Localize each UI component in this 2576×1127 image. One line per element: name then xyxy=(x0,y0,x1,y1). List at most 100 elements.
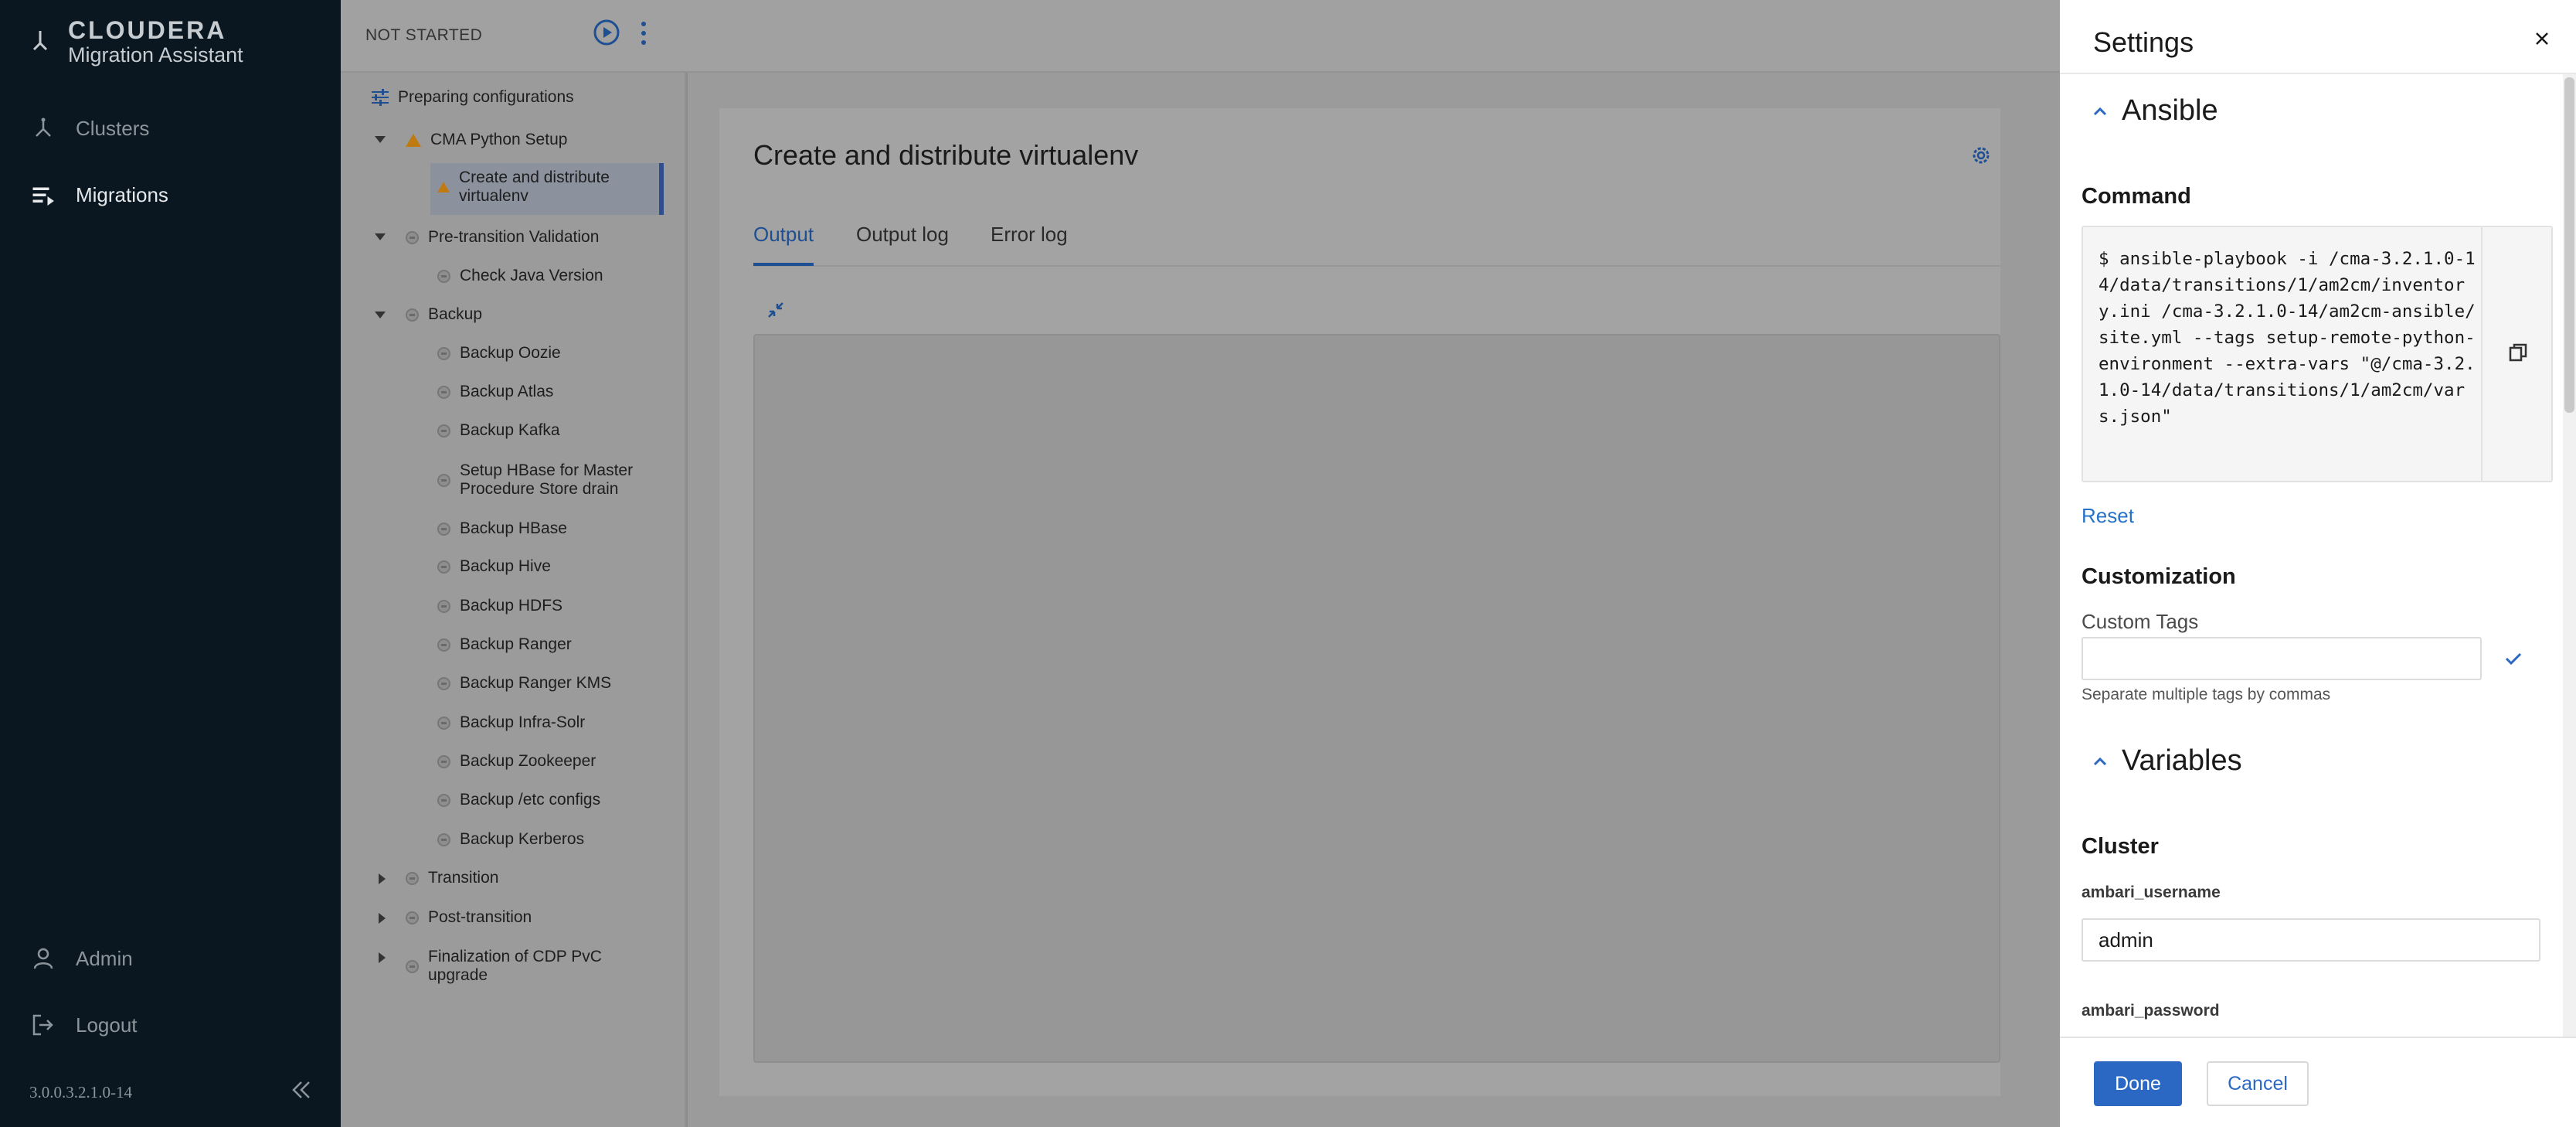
tree-item-cma-python-setup[interactable]: CMA Python Setup xyxy=(406,131,567,149)
tree-item-backup-hdfs[interactable]: Backup HDFS xyxy=(437,597,562,615)
nav-label-migrations: Migrations xyxy=(76,182,168,206)
migrations-icon xyxy=(32,187,54,206)
nav-item-admin[interactable]: Admin xyxy=(31,946,133,971)
tab-output[interactable]: Output xyxy=(753,223,814,247)
product-name: Migration Assistant xyxy=(68,43,243,66)
pending-icon xyxy=(437,473,450,487)
tune-icon xyxy=(372,89,389,106)
warning-icon xyxy=(406,133,421,147)
expand-caret-icon[interactable] xyxy=(379,913,386,924)
custom-tags-input[interactable] xyxy=(2082,637,2482,680)
nav-label-admin: Admin xyxy=(76,946,133,970)
tree-item-backup-zookeeper[interactable]: Backup Zookeeper xyxy=(437,752,596,771)
brand-name: CLOUDERA xyxy=(68,16,227,44)
pending-icon xyxy=(437,522,450,536)
pending-icon xyxy=(406,959,419,973)
expand-caret-icon[interactable] xyxy=(379,873,386,884)
pending-icon xyxy=(437,832,450,846)
tree-item-label: Post-transition xyxy=(428,908,532,926)
tree-item-label: Backup Hive xyxy=(460,557,551,575)
tree-item-backup[interactable]: Backup xyxy=(406,305,482,324)
tree-item-label: Transition xyxy=(428,869,499,887)
person-icon xyxy=(33,948,53,969)
tree-item-backup-kafka[interactable]: Backup Kafka xyxy=(437,421,560,440)
nav-label-clusters: Clusters xyxy=(76,116,150,140)
expand-caret-icon[interactable] xyxy=(375,233,386,240)
tree-item-pre-transition-validation[interactable]: Pre-transition Validation xyxy=(406,228,599,247)
clusters-icon xyxy=(36,117,51,137)
version-label: 3.0.0.3.2.1.0-14 xyxy=(29,1083,132,1101)
collapse-sidebar-icon[interactable] xyxy=(287,1076,315,1104)
ansible-section-toggle[interactable]: Ansible xyxy=(2091,94,2218,128)
tree-item-label: Pre-transition Validation xyxy=(428,228,600,246)
tree-item-backup-kerberos[interactable]: Backup Kerberos xyxy=(437,830,584,849)
header-divider xyxy=(2060,73,2576,74)
tree-item-label: Backup Kafka xyxy=(460,421,560,439)
tree-root[interactable]: Preparing configurations xyxy=(370,87,574,107)
close-icon[interactable] xyxy=(2531,28,2553,49)
tab-error-log[interactable]: Error log xyxy=(991,223,1068,247)
variables-section-toggle[interactable]: Variables xyxy=(2091,744,2242,778)
pending-icon xyxy=(406,308,419,322)
copy-icon[interactable] xyxy=(2507,342,2529,363)
cancel-button[interactable]: Cancel xyxy=(2207,1061,2309,1106)
customization-heading: Customization xyxy=(2082,564,2236,589)
gear-icon[interactable] xyxy=(1969,144,1993,167)
done-button[interactable]: Done xyxy=(2094,1061,2182,1106)
migration-logo-icon xyxy=(32,31,48,51)
expand-caret-icon[interactable] xyxy=(379,952,386,963)
collapse-output-icon[interactable] xyxy=(766,300,786,320)
pending-icon xyxy=(437,424,450,438)
pending-icon xyxy=(437,560,450,574)
custom-tags-label: Custom Tags xyxy=(2082,610,2199,633)
reset-link[interactable]: Reset xyxy=(2082,504,2134,528)
tree-item-backup-etc-configs[interactable]: Backup /etc configs xyxy=(437,791,600,809)
tree-item-backup-oozie[interactable]: Backup Oozie xyxy=(437,344,561,363)
tree-item-backup-infra-solr[interactable]: Backup Infra-Solr xyxy=(437,713,585,732)
tree-item-check-java[interactable]: Check Java Version xyxy=(437,267,603,285)
command-heading: Command xyxy=(2082,184,2191,209)
tree-item-backup-ranger[interactable]: Backup Ranger xyxy=(437,635,572,654)
pending-icon xyxy=(437,638,450,652)
tree-item-label: Backup Ranger xyxy=(460,635,572,653)
play-icon[interactable] xyxy=(593,19,620,46)
tree-item-create-virtualenv[interactable]: Create and distribute virtualenv xyxy=(437,169,661,206)
tree-item-backup-hbase[interactable]: Backup HBase xyxy=(437,519,567,538)
nav-item-logout[interactable]: Logout xyxy=(31,1013,138,1037)
tree-item-backup-ranger-kms[interactable]: Backup Ranger KMS xyxy=(437,674,611,693)
tree-item-transition[interactable]: Transition xyxy=(406,869,498,887)
nav-item-clusters[interactable]: Clusters xyxy=(31,116,149,141)
tree-item-setup-hbase[interactable]: Setup HBase for Master Procedure Store d… xyxy=(437,461,653,499)
check-icon[interactable] xyxy=(2502,648,2525,669)
expand-caret-icon[interactable] xyxy=(375,136,386,143)
tree-item-backup-atlas[interactable]: Backup Atlas xyxy=(437,383,553,401)
tree-item-label: Backup Oozie xyxy=(460,344,561,362)
tab-output-log[interactable]: Output log xyxy=(856,223,949,247)
pending-icon xyxy=(437,599,450,613)
ambari-username-label: ambari_username xyxy=(2082,884,2221,901)
pending-icon xyxy=(406,911,419,924)
ambari-username-input[interactable] xyxy=(2082,918,2540,962)
run-status: NOT STARTED xyxy=(365,26,483,44)
command-box-divider xyxy=(2481,227,2483,481)
pending-icon xyxy=(406,230,419,244)
tree-item-backup-hive[interactable]: Backup Hive xyxy=(437,557,551,576)
chevron-up-icon xyxy=(2093,757,2107,765)
tree-item-finalization[interactable]: Finalization of CDP PvC upgrade xyxy=(406,948,621,985)
command-box: $ ansible-playbook -i /cma-3.2.1.0-14/da… xyxy=(2082,226,2553,482)
more-options-icon[interactable] xyxy=(637,20,650,46)
pending-icon xyxy=(437,346,450,360)
warning-icon xyxy=(437,182,450,192)
settings-footer: Done Cancel xyxy=(2060,1037,2576,1127)
tree-item-post-transition[interactable]: Post-transition xyxy=(406,908,532,927)
pending-icon xyxy=(437,754,450,768)
active-tab-indicator xyxy=(753,263,814,266)
logout-icon xyxy=(32,1014,53,1036)
ambari-password-label: ambari_password xyxy=(2082,1002,2220,1020)
expand-caret-icon[interactable] xyxy=(375,312,386,318)
nav-item-migrations[interactable]: Migrations xyxy=(31,182,168,207)
tree-item-label: Backup Ranger KMS xyxy=(460,674,612,692)
tree-item-label: Backup /etc configs xyxy=(460,791,601,809)
tree-root-label: Preparing configurations xyxy=(398,88,574,106)
scrollbar-thumb[interactable] xyxy=(2564,77,2574,413)
